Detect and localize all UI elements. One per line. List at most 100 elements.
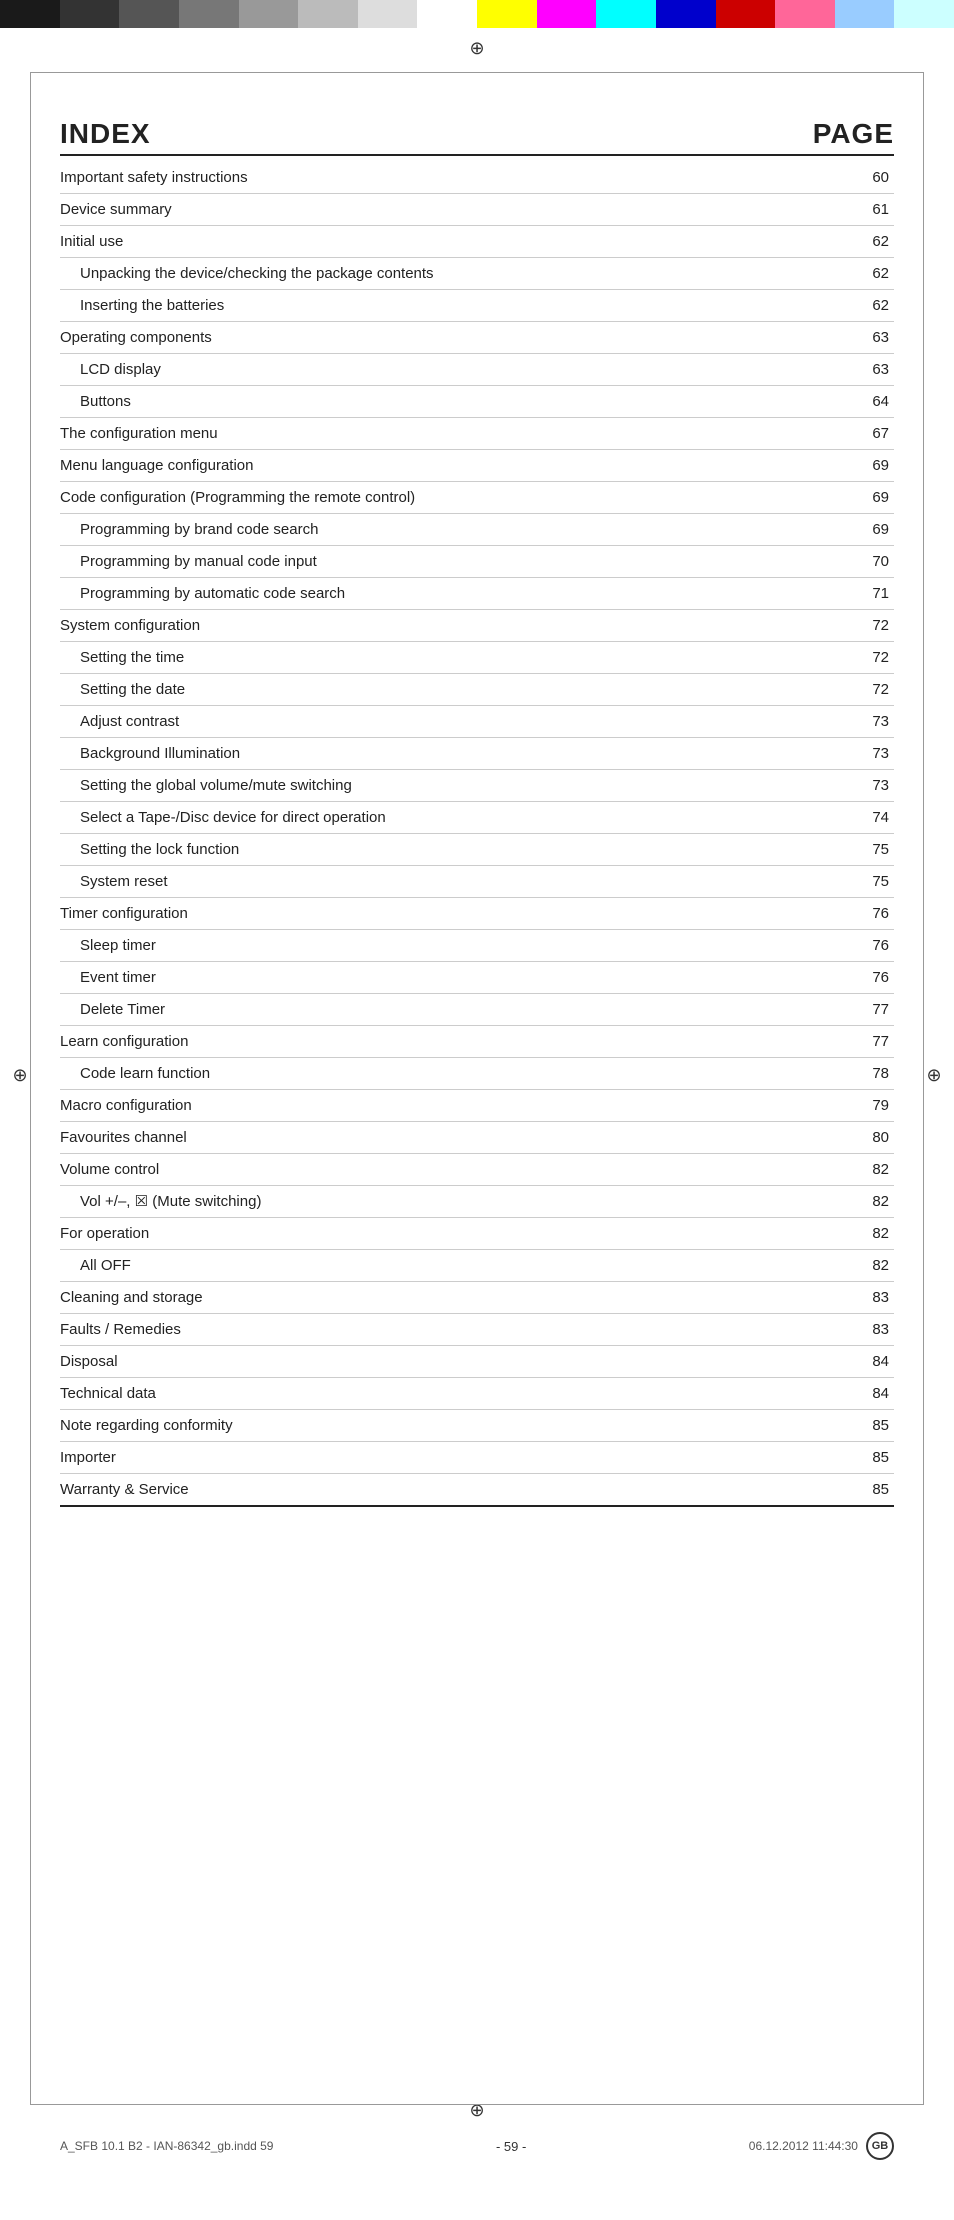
color-segment: [894, 0, 954, 28]
table-row: Disposal84: [60, 1346, 894, 1378]
table-row: LCD display63: [60, 354, 894, 386]
table-row: Programming by brand code search69: [60, 514, 894, 546]
page-heading: PAGE: [813, 118, 894, 150]
table-row: All OFF82: [60, 1250, 894, 1282]
row-label: Unpacking the device/checking the packag…: [60, 258, 769, 290]
table-row: Programming by manual code input70: [60, 546, 894, 578]
footer-left-text: A_SFB 10.1 B2 - IAN-86342_gb.indd 59: [60, 2139, 273, 2153]
left-crosshair-icon: ⊕: [10, 1066, 30, 1086]
row-label: Background Illumination: [60, 738, 769, 770]
table-row: Setting the time72: [60, 642, 894, 674]
table-row: Vol +/–, ☒ (Mute switching)82: [60, 1186, 894, 1218]
row-page: 62: [769, 226, 894, 258]
table-row: Delete Timer77: [60, 994, 894, 1026]
table-row: Event timer76: [60, 962, 894, 994]
row-label: Operating components: [60, 322, 769, 354]
table-row: Select a Tape-/Disc device for direct op…: [60, 802, 894, 834]
row-label: Event timer: [60, 962, 769, 994]
row-label: Sleep timer: [60, 930, 769, 962]
main-content: INDEX PAGE Important safety instructions…: [0, 28, 954, 1637]
color-segment: [298, 0, 358, 28]
table-row: Volume control82: [60, 1154, 894, 1186]
table-row: Warranty & Service85: [60, 1474, 894, 1507]
row-label: Timer configuration: [60, 898, 769, 930]
table-row: Note regarding conformity85: [60, 1410, 894, 1442]
row-label: Faults / Remedies: [60, 1314, 769, 1346]
row-page: 69: [769, 482, 894, 514]
top-crosshair-icon: ⊕: [467, 38, 487, 58]
table-row: Buttons64: [60, 386, 894, 418]
table-row: Timer configuration76: [60, 898, 894, 930]
color-segment: [239, 0, 299, 28]
table-row: Sleep timer76: [60, 930, 894, 962]
table-row: Setting the date72: [60, 674, 894, 706]
row-label: Device summary: [60, 194, 769, 226]
row-page: 69: [769, 450, 894, 482]
row-page: 77: [769, 1026, 894, 1058]
row-page: 82: [769, 1218, 894, 1250]
bottom-crosshair-icon: ⊕: [467, 2100, 487, 2120]
row-page: 77: [769, 994, 894, 1026]
row-page: 62: [769, 258, 894, 290]
table-row: Setting the global volume/mute switching…: [60, 770, 894, 802]
row-label: Important safety instructions: [60, 162, 769, 194]
color-segment: [358, 0, 418, 28]
row-label: Code learn function: [60, 1058, 769, 1090]
row-label: Initial use: [60, 226, 769, 258]
row-page: 63: [769, 354, 894, 386]
table-row: The configuration menu67: [60, 418, 894, 450]
row-page: 85: [769, 1474, 894, 1507]
color-segment: [835, 0, 895, 28]
row-page: 84: [769, 1346, 894, 1378]
row-page: 73: [769, 706, 894, 738]
row-page: 85: [769, 1442, 894, 1474]
row-label: Setting the date: [60, 674, 769, 706]
row-label: Vol +/–, ☒ (Mute switching): [60, 1186, 769, 1218]
row-label: Programming by automatic code search: [60, 578, 769, 610]
table-row: Cleaning and storage83: [60, 1282, 894, 1314]
row-page: 82: [769, 1186, 894, 1218]
row-label: Code configuration (Programming the remo…: [60, 482, 769, 514]
row-page: 78: [769, 1058, 894, 1090]
row-label: Learn configuration: [60, 1026, 769, 1058]
row-label: Setting the global volume/mute switching: [60, 770, 769, 802]
color-segment: [596, 0, 656, 28]
table-row: Technical data84: [60, 1378, 894, 1410]
table-row: Code configuration (Programming the remo…: [60, 482, 894, 514]
row-page: 75: [769, 834, 894, 866]
table-row: System reset75: [60, 866, 894, 898]
row-page: 73: [769, 738, 894, 770]
row-page: 62: [769, 290, 894, 322]
footer-page-number: - 59 -: [496, 2139, 526, 2154]
row-page: 61: [769, 194, 894, 226]
row-label: Macro configuration: [60, 1090, 769, 1122]
table-row: For operation82: [60, 1218, 894, 1250]
row-label: Setting the lock function: [60, 834, 769, 866]
row-label: Adjust contrast: [60, 706, 769, 738]
index-heading: INDEX: [60, 118, 151, 150]
row-label: Programming by manual code input: [60, 546, 769, 578]
row-page: 60: [769, 162, 894, 194]
row-page: 70: [769, 546, 894, 578]
table-row: Operating components63: [60, 322, 894, 354]
row-label: Cleaning and storage: [60, 1282, 769, 1314]
header-row: INDEX PAGE: [60, 118, 894, 156]
row-label: Note regarding conformity: [60, 1410, 769, 1442]
row-page: 84: [769, 1378, 894, 1410]
row-page: 82: [769, 1154, 894, 1186]
table-row: Code learn function78: [60, 1058, 894, 1090]
index-table: Important safety instructions60Device su…: [60, 162, 894, 1507]
row-page: 75: [769, 866, 894, 898]
table-row: Learn configuration77: [60, 1026, 894, 1058]
table-row: Adjust contrast73: [60, 706, 894, 738]
row-label: Programming by brand code search: [60, 514, 769, 546]
border-top: [30, 72, 924, 73]
table-row: Favourites channel80: [60, 1122, 894, 1154]
table-row: Importer85: [60, 1442, 894, 1474]
color-segment: [0, 0, 60, 28]
color-segment: [477, 0, 537, 28]
row-page: 72: [769, 642, 894, 674]
row-page: 76: [769, 962, 894, 994]
color-segment: [537, 0, 597, 28]
table-row: Unpacking the device/checking the packag…: [60, 258, 894, 290]
